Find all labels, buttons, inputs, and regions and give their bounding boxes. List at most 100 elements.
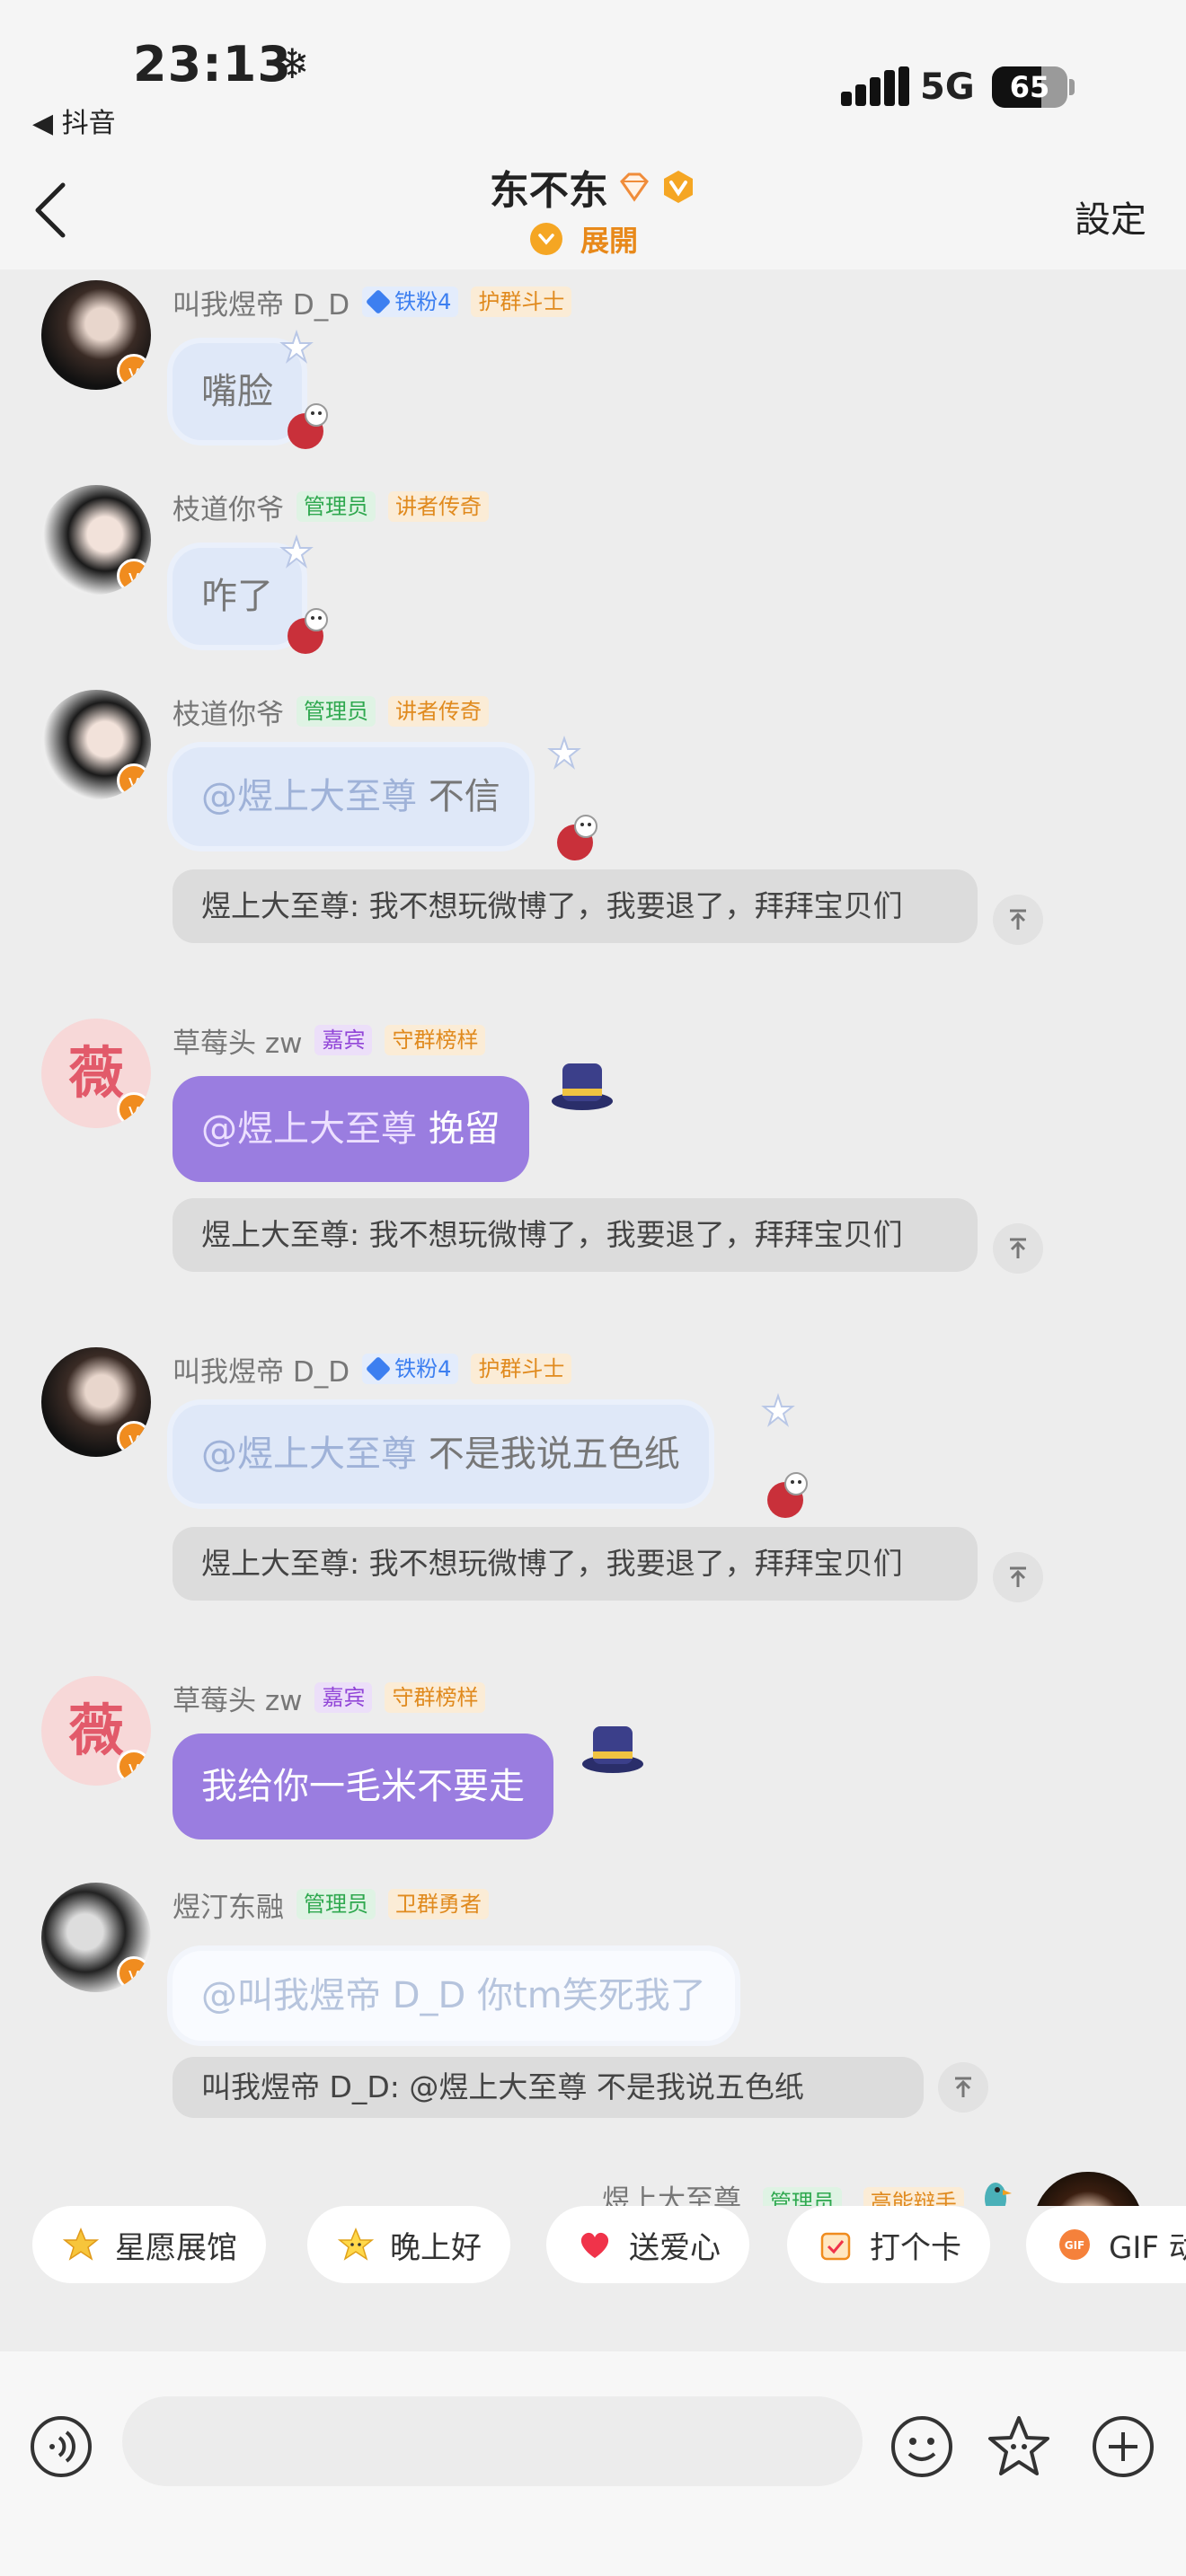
- chip-send-love[interactable]: 送爱心: [546, 2206, 749, 2283]
- avatar[interactable]: v: [41, 280, 151, 390]
- chip-gif[interactable]: GIF GIF 动: [1026, 2206, 1186, 2283]
- sender-name[interactable]: 枝道你爷: [173, 692, 284, 732]
- pin-top-icon[interactable]: [993, 1223, 1043, 1274]
- admin-badge: 管理员: [296, 696, 376, 727]
- title-badge: 讲者传奇: [388, 696, 489, 727]
- battery-percent: 65: [1009, 70, 1050, 104]
- verified-icon: v: [117, 1421, 151, 1455]
- plus-icon[interactable]: [1091, 2414, 1155, 2479]
- sender-row: 枝道你爷 管理员 讲者传奇: [173, 692, 489, 732]
- pin-top-icon[interactable]: [938, 2062, 988, 2113]
- chat-title-row[interactable]: 东不东: [0, 158, 1186, 216]
- message-text: 咋了: [201, 576, 273, 617]
- heart-icon: [575, 2225, 615, 2264]
- message-text: 嘴脸: [201, 371, 273, 412]
- chip-label: 晚上好: [390, 2229, 482, 2266]
- message-bubble[interactable]: @煜上大至尊 不信: [173, 747, 529, 846]
- pin-top-icon[interactable]: [993, 895, 1043, 945]
- quoted-message[interactable]: 煜上大至尊: 我不想玩微博了，我要退了，拜拜宝贝们: [173, 1198, 978, 1272]
- title-badge: 护群斗士: [471, 287, 572, 317]
- message-text: 不信: [428, 776, 500, 817]
- sender-name[interactable]: 叫我煜帝 D_D: [173, 282, 350, 322]
- chip-good-evening[interactable]: 晚上好: [307, 2206, 510, 2283]
- message-bubble[interactable]: 我给你一毛米不要走: [173, 1734, 553, 1839]
- network-type: 5G: [920, 66, 975, 108]
- smile-star-icon: [336, 2225, 376, 2264]
- apple-cat-sticker-icon: [288, 608, 328, 654]
- back-to-app-link[interactable]: ◀ 抖音: [32, 101, 116, 140]
- star-icon: [61, 2225, 101, 2264]
- pin-top-icon[interactable]: [993, 1552, 1043, 1602]
- chip-label: GIF 动: [1109, 2229, 1186, 2266]
- mention-link[interactable]: @煜上大至尊: [201, 1108, 417, 1150]
- title-badge: 讲者传奇: [388, 491, 489, 522]
- message-text: 你tm笑死我了: [477, 1975, 706, 2016]
- mention-link[interactable]: @叫我煜帝 D_D: [201, 1975, 465, 2016]
- guest-badge: 嘉宾: [314, 1025, 373, 1055]
- verified-icon: v: [117, 1750, 151, 1784]
- signal-icon: [841, 66, 909, 106]
- verified-icon: v: [117, 1956, 151, 1990]
- chevron-down-icon: [530, 223, 562, 255]
- admin-badge: 管理员: [296, 1889, 376, 1919]
- chip-star-gallery[interactable]: 星愿展馆: [32, 2206, 266, 2283]
- voice-icon[interactable]: [29, 2414, 93, 2479]
- sender-name[interactable]: 枝道你爷: [173, 487, 284, 527]
- sender-row: 枝道你爷 管理员 讲者传奇: [173, 487, 489, 527]
- mention-link[interactable]: @煜上大至尊: [201, 1434, 417, 1475]
- status-time: 23:13: [133, 36, 292, 93]
- avatar[interactable]: v: [41, 1347, 151, 1457]
- message-text: 不是我说五色纸: [428, 1434, 680, 1475]
- admin-badge: 管理员: [296, 491, 376, 522]
- message-input[interactable]: [122, 2396, 863, 2486]
- sender-name[interactable]: 草莓头 zw: [173, 1678, 302, 1718]
- quoted-message[interactable]: 煜上大至尊: 我不想玩微博了，我要退了，拜拜宝贝们: [173, 1527, 978, 1601]
- sender-name[interactable]: 草莓头 zw: [173, 1020, 302, 1061]
- message-bubble[interactable]: @煜上大至尊 不是我说五色纸: [173, 1405, 709, 1504]
- svg-text:GIF: GIF: [1065, 2239, 1085, 2252]
- expand-label: 展開: [580, 224, 639, 258]
- battery-icon: 65: [992, 66, 1067, 108]
- quoted-message[interactable]: 煜上大至尊: 我不想玩微博了，我要退了，拜拜宝贝们: [173, 869, 978, 943]
- emoji-icon[interactable]: [890, 2414, 954, 2479]
- star-icon: [279, 534, 314, 569]
- top-hat-icon: [552, 1063, 613, 1110]
- expand-toggle[interactable]: 展開: [530, 219, 638, 259]
- quick-actions-bar: 星愿展馆 晚上好 送爱心 打个卡 GIF GIF 动: [0, 2206, 1186, 2323]
- sticker-icon[interactable]: [987, 2414, 1051, 2479]
- fan-level-badge: 铁粉4: [362, 1354, 459, 1384]
- gem-icon: [365, 1355, 392, 1382]
- sender-name[interactable]: 煜汀东融: [173, 1884, 284, 1925]
- sender-name[interactable]: 叫我煜帝 D_D: [173, 1349, 350, 1389]
- chat-title: 东不东: [489, 168, 608, 214]
- avatar[interactable]: v: [41, 1883, 151, 1992]
- gem-icon: [365, 288, 392, 315]
- avatar[interactable]: v: [41, 690, 151, 799]
- snowflake-icon: ❄: [275, 40, 310, 88]
- sender-row: 叫我煜帝 D_D 铁粉4 护群斗士: [173, 282, 572, 322]
- avatar[interactable]: v: [41, 485, 151, 595]
- avatar[interactable]: 薇v: [41, 1676, 151, 1786]
- avatar[interactable]: 薇v: [41, 1019, 151, 1128]
- quoted-message[interactable]: 叫我煜帝 D_D: @煜上大至尊 不是我说五色纸: [173, 2057, 924, 2118]
- apple-cat-sticker-icon: [557, 815, 597, 860]
- chip-check-in[interactable]: 打个卡: [787, 2206, 990, 2283]
- fan-level-badge: 铁粉4: [362, 287, 459, 317]
- calendar-check-icon: [816, 2225, 855, 2264]
- mention-link[interactable]: @煜上大至尊: [201, 776, 417, 817]
- apple-cat-sticker-icon: [767, 1472, 808, 1518]
- sender-row: 草莓头 zw 嘉宾 守群榜样: [173, 1020, 486, 1061]
- verified-icon: v: [117, 1092, 151, 1126]
- settings-button[interactable]: 設定: [1075, 190, 1146, 243]
- apple-cat-sticker-icon: [288, 403, 328, 449]
- chip-label: 打个卡: [870, 2229, 961, 2266]
- diamond-badge-icon: [620, 172, 649, 202]
- message-bubble[interactable]: @煜上大至尊 挽留: [173, 1076, 529, 1182]
- message-bubble[interactable]: @叫我煜帝 D_D 你tm笑死我了: [173, 1951, 735, 2041]
- chat-screen: 23:13 ❄ ◀ 抖音 5G 65 东不东 展開 設定 v 叫我煜帝 D_D …: [0, 0, 1186, 2576]
- chip-label: 星愿展馆: [115, 2229, 237, 2266]
- top-bar: 23:13 ❄ ◀ 抖音 5G 65 东不东 展開 設定: [0, 0, 1186, 269]
- title-badge: 护群斗士: [471, 1354, 572, 1384]
- v-badge-icon: [664, 171, 694, 203]
- input-bar: [0, 2351, 1186, 2576]
